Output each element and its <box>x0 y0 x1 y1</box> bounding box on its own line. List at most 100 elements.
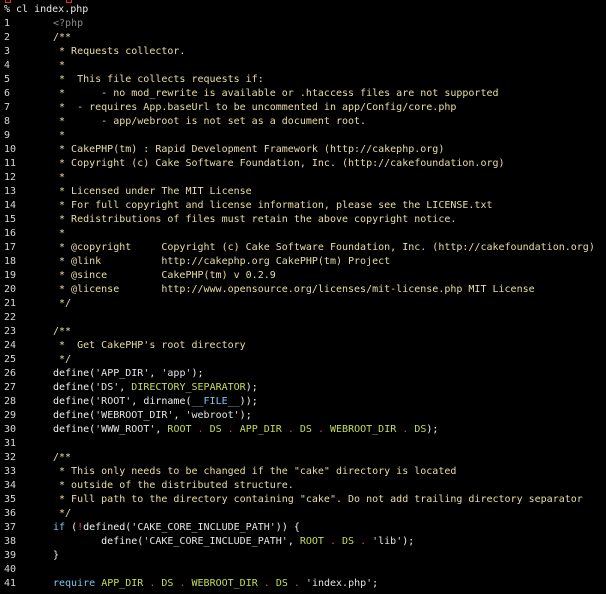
code-token: * @link http://cakephp.org CakePHP(tm) P… <box>53 256 391 267</box>
code-text: define('CAKE_CORE_INCLUDE_PATH', ROOT . … <box>53 535 414 549</box>
terminal[interactable]: % cl index.php 1 <?php 2 /** 3 * Requests co… <box>0 3 606 591</box>
line-number: 18 <box>4 256 17 267</box>
code-token: define( <box>53 382 96 393</box>
code-token: 'APP_DIR' <box>95 368 150 379</box>
code-token: * Licensed under The MIT License <box>53 186 252 197</box>
code-text: } <box>53 549 59 563</box>
code-line: 27 define('DS', DIRECTORY_SEPARATOR); <box>0 381 606 395</box>
code-token: . <box>257 578 276 589</box>
code-line: 4 * <box>0 59 606 73</box>
code-token: )); <box>239 396 258 407</box>
line-number: 6 <box>4 88 11 99</box>
code-line: 16 * <box>0 227 606 241</box>
line-number: 38 <box>4 536 17 547</box>
code-token: 'lib' <box>372 536 403 547</box>
code-token: * - requires App.baseUrl to be uncomment… <box>53 102 457 113</box>
line-number: 14 <box>4 200 17 211</box>
code-token: * @license http://www.opensource.org/lic… <box>53 284 535 295</box>
code-line: 2 /** <box>0 31 606 45</box>
code-token: 'webroot' <box>185 410 240 421</box>
code-token: */ <box>53 508 72 519</box>
code-text: * Full path to the directory containing … <box>53 493 583 507</box>
code-token: . <box>143 578 162 589</box>
line-number: 35 <box>4 494 17 505</box>
line-number: 17 <box>4 242 17 253</box>
code-line: 24 * Get CakePHP's root directory <box>0 339 606 353</box>
line-number: 39 <box>4 550 17 561</box>
line-number: 29 <box>4 410 17 421</box>
code-token: define( <box>53 368 96 379</box>
code-text: * @license http://www.opensource.org/lic… <box>53 283 535 297</box>
code-token: <?php <box>53 18 84 29</box>
code-token: APP_DIR <box>239 424 282 435</box>
code-text: * - requires App.baseUrl to be uncomment… <box>53 101 456 115</box>
code-text: * <box>53 227 65 241</box>
code-line: 25 */ <box>0 353 606 367</box>
line-number: 20 <box>4 284 17 295</box>
code-text: * Copyright (c) Cake Software Foundation… <box>53 157 505 171</box>
code-text: * @link http://cakephp.org CakePHP(tm) P… <box>53 255 390 269</box>
code-text: define('APP_DIR', 'app'); <box>53 367 204 381</box>
code-token: * Copyright (c) Cake Software Foundation… <box>53 158 505 169</box>
code-line: 19 * @since CakePHP(tm) v 0.2.9 <box>0 269 606 283</box>
code-text: * Requests collector. <box>53 45 185 59</box>
code-token: 'CAKE_CORE_INCLUDE_PATH' <box>143 536 288 547</box>
code-text: * <box>53 129 65 143</box>
code-line: 12 * <box>0 171 606 185</box>
code-token: * - no mod_rewrite is available or .htac… <box>53 88 499 99</box>
code-text: /** <box>53 451 71 465</box>
code-line: 23 /** <box>0 325 606 339</box>
code-line: 26 define('APP_DIR', 'app'); <box>0 367 606 381</box>
code-token: require <box>53 578 96 589</box>
code-line: 15 * Redistributions of files must retai… <box>0 213 606 227</box>
line-number: 16 <box>4 228 17 239</box>
line-number: 33 <box>4 466 17 477</box>
code-token: 'index.php' <box>305 578 373 589</box>
code-token: 'app' <box>161 368 192 379</box>
code-token: */ <box>53 354 72 365</box>
code-token: * This file collects requests if: <box>53 74 264 85</box>
code-token: * For full copyright and license informa… <box>53 200 493 211</box>
code-text: define('WEBROOT_DIR', 'webroot'); <box>53 409 252 423</box>
code-text: * <box>53 171 65 185</box>
line-number: 22 <box>4 312 17 323</box>
line-number: 7 <box>4 102 11 113</box>
code-text: define('DS', DIRECTORY_SEPARATOR); <box>53 381 258 395</box>
code-text: * @copyright Copyright (c) Cake Software… <box>53 241 595 255</box>
code-token: , <box>119 382 132 393</box>
code-token: . <box>221 424 240 435</box>
code-token: , <box>155 424 168 435</box>
code-token: . <box>173 578 192 589</box>
code-token: ; <box>372 578 379 589</box>
code-token: DS <box>414 424 427 435</box>
code-token: /** <box>53 326 72 337</box>
shell-command-line: % cl index.php <box>4 4 89 15</box>
code-token: . <box>191 424 210 435</box>
code-text: * This only needs to be changed if the "… <box>53 465 456 479</box>
code-token: * Requests collector. <box>53 46 186 57</box>
code-line: 36 */ <box>0 507 606 521</box>
code-text: */ <box>53 297 71 311</box>
line-number: 27 <box>4 382 17 393</box>
code-token: * CakePHP(tm) : Rapid Development Framew… <box>53 144 445 155</box>
code-text: * @since CakePHP(tm) v 0.2.9 <box>53 269 276 283</box>
code-token: ); <box>402 536 415 547</box>
code-line: 37 if (!defined('CAKE_CORE_INCLUDE_PATH')… <box>0 521 606 535</box>
code-text: <?php <box>53 17 83 31</box>
line-number: 8 <box>4 116 11 127</box>
line-number: 12 <box>4 172 17 183</box>
code-token: ROOT <box>299 536 324 547</box>
code-token: ROOT <box>167 424 192 435</box>
line-number: 5 <box>4 74 11 85</box>
line-number: 2 <box>4 32 11 43</box>
code-text: /** <box>53 325 71 339</box>
line-number: 24 <box>4 340 17 351</box>
code-text: * outside of the distributed structure. <box>53 479 294 493</box>
code-line: 1 <?php <box>0 17 606 31</box>
code-line: 39} <box>0 549 606 563</box>
code-line: 29 define('WEBROOT_DIR', 'webroot'); <box>0 409 606 423</box>
code-text: * - app/webroot is not set as a document… <box>53 115 366 129</box>
code-line: 38 define('CAKE_CORE_INCLUDE_PATH', ROOT… <box>0 535 606 549</box>
code-token: define( <box>53 410 96 421</box>
code-line: 35 * Full path to the directory containi… <box>0 493 606 507</box>
